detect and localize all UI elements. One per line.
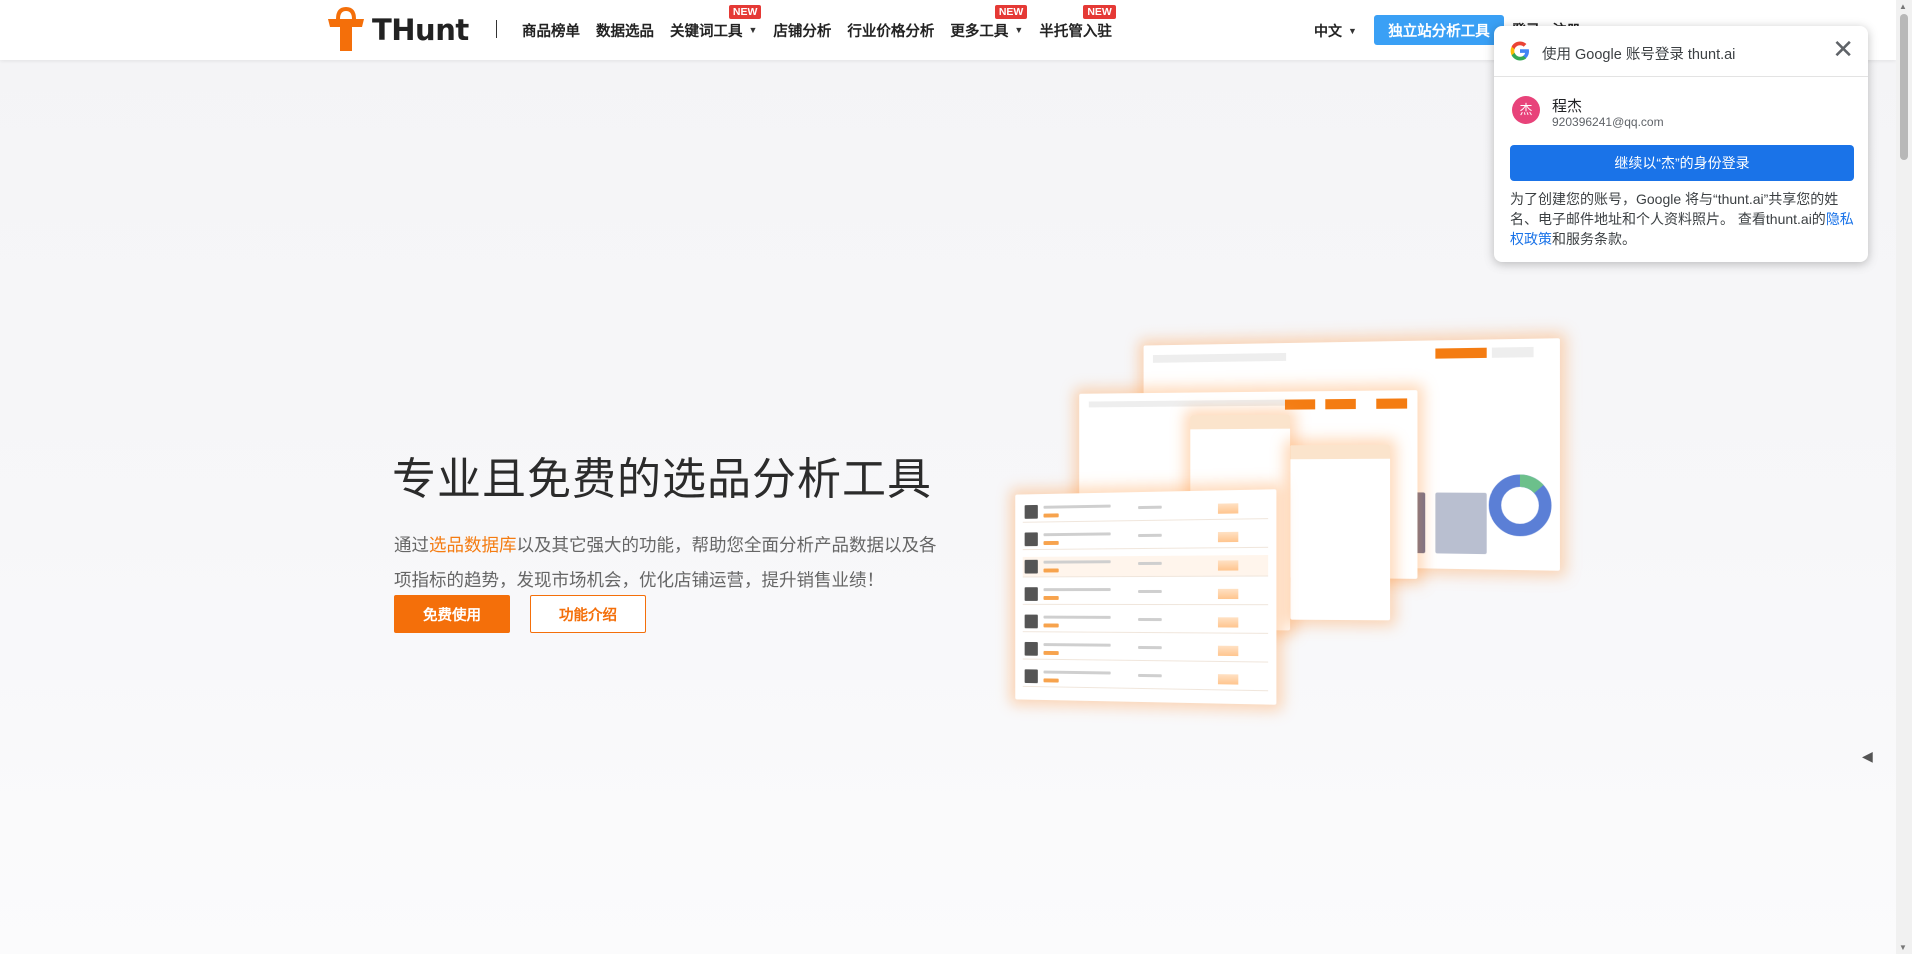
product-database-link[interactable]: 选品数据库 (429, 535, 517, 555)
nav-item-label: 数据选品 (596, 23, 654, 40)
continue-as-button[interactable]: 继续以“杰”的身份登录 (1510, 145, 1854, 181)
nav-item-product-ranking[interactable]: 商品榜单 (522, 20, 580, 41)
chevron-down-icon: ▼ (748, 25, 758, 35)
nav-item-keyword-tools[interactable]: 关键词工具 ▼ NEW (670, 4, 762, 41)
nav-item-semi-managed[interactable]: 半托管入驻 NEW (1039, 4, 1116, 41)
free-use-button[interactable]: 免费使用 (394, 595, 510, 633)
donut-chart-graphic (1487, 472, 1554, 538)
standalone-site-tool-button[interactable]: 独立站分析工具 (1374, 15, 1504, 45)
main-nav: 商品榜单 数据选品 关键词工具 ▼ NEW 店铺分析 行业价格分析 更多工具 ▼… (522, 0, 1128, 60)
new-badge: NEW (1083, 4, 1116, 19)
google-signin-popup: 使用 Google 账号登录 thunt.ai ✕ 杰 程杰 920396241… (1494, 26, 1868, 262)
vertical-scrollbar[interactable]: ▲ ▼ (1896, 0, 1912, 954)
chevron-down-icon: ▼ (1348, 26, 1357, 36)
nav-item-data-selection[interactable]: 数据选品 (596, 20, 654, 41)
language-label: 中文 (1314, 23, 1342, 39)
disclaimer-end: 和服务条款。 (1552, 231, 1636, 247)
nav-item-store-analysis[interactable]: 店铺分析 (773, 20, 831, 41)
account-email: 920396241@qq.com (1552, 115, 1664, 129)
nav-item-label: 行业价格分析 (847, 23, 935, 40)
account-name: 程杰 (1552, 98, 1583, 115)
google-logo-icon (1510, 41, 1529, 61)
popup-disclaimer: 为了创建您的账号，Google 将与“thunt.ai”共享您的姓名、电子邮件地… (1510, 189, 1860, 249)
brand-logo[interactable]: THunt (326, 7, 469, 53)
new-badge: NEW (994, 4, 1028, 19)
popup-header: 使用 Google 账号登录 thunt.ai ✕ (1494, 26, 1868, 77)
hero-description: 通过选品数据库以及其它强大的功能，帮助您全面分析产品数据以及各项指标的趋势，发现… (394, 528, 949, 598)
popup-title: 使用 Google 账号登录 thunt.ai (1542, 47, 1736, 63)
account-avatar: 杰 (1512, 96, 1540, 124)
language-selector[interactable]: 中文 ▼ (1314, 21, 1357, 41)
illustration-panel-table (1015, 489, 1277, 705)
illustration-panel-column (1290, 444, 1391, 621)
nav-item-label: 商品榜单 (522, 23, 580, 40)
nav-item-label: 更多工具 (950, 23, 1009, 40)
nav-item-label: 关键词工具 (670, 23, 743, 40)
scroll-down-arrow-icon[interactable]: ▼ (1899, 943, 1907, 952)
collapse-panel-arrow-icon[interactable]: ◀ (1862, 748, 1873, 765)
scrollbar-thumb[interactable] (1900, 14, 1908, 160)
scroll-up-arrow-icon[interactable]: ▲ (1899, 2, 1907, 11)
disclaimer-text: 为了创建您的账号，Google 将与“thunt.ai”共享您的姓名、电子邮件地… (1510, 191, 1839, 227)
hero-illustration (975, 330, 1575, 710)
nav-item-industry-price[interactable]: 行业价格分析 (847, 20, 934, 41)
nav-item-more-tools[interactable]: 更多工具 ▼ NEW (950, 4, 1028, 41)
desc-prefix: 通过 (394, 535, 429, 555)
hero-title: 专业且免费的选品分析工具 (392, 455, 932, 504)
nav-item-label: 店铺分析 (773, 23, 832, 40)
feature-intro-button[interactable]: 功能介绍 (530, 595, 646, 633)
nav-item-label: 半托管入驻 (1039, 23, 1112, 40)
close-icon[interactable]: ✕ (1832, 36, 1854, 62)
new-badge: NEW (728, 4, 762, 19)
brand-name: THunt (372, 13, 469, 47)
shopping-bag-logo-icon (328, 7, 364, 51)
chevron-down-icon: ▼ (1014, 25, 1024, 35)
nav-divider (496, 20, 497, 38)
